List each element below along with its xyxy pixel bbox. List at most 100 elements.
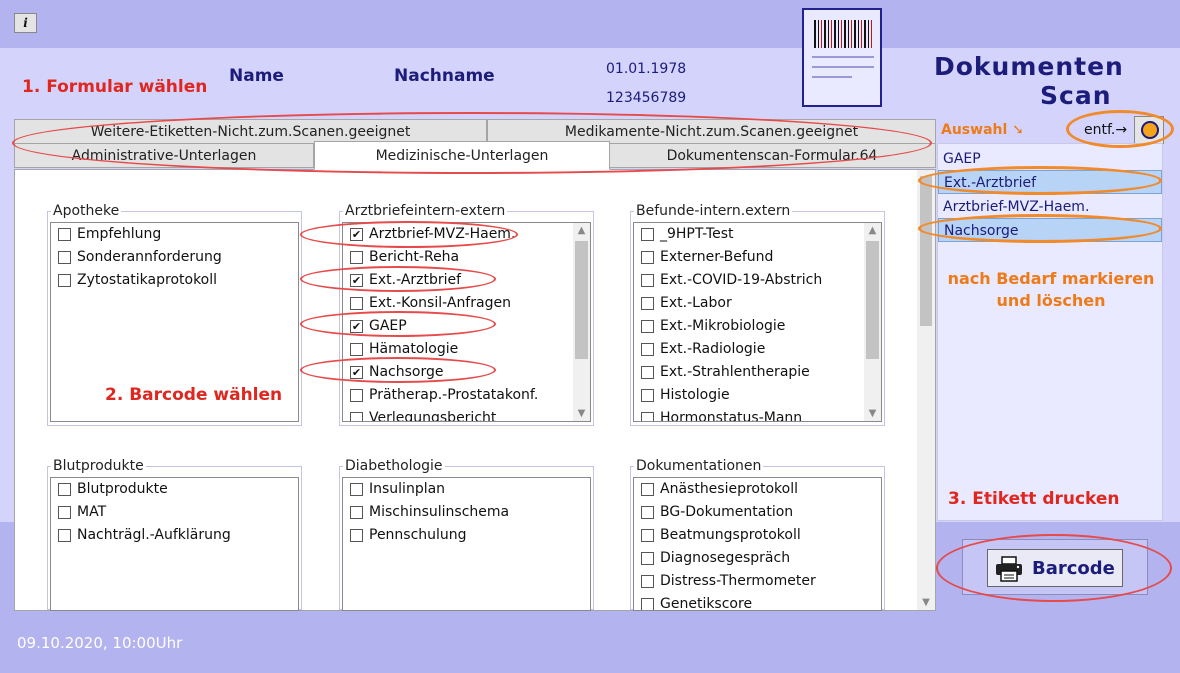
list-item[interactable]: Externer-Befund xyxy=(634,246,881,269)
info-button[interactable]: i xyxy=(14,13,37,33)
checkbox[interactable] xyxy=(350,389,363,402)
list-item[interactable]: MAT xyxy=(51,501,298,524)
list-item[interactable]: Diagnosegespräch xyxy=(634,547,881,570)
scroll-up-icon[interactable]: ▲ xyxy=(864,225,881,236)
list-item[interactable]: Hormonstatus-Mann xyxy=(634,407,881,421)
checkbox[interactable] xyxy=(350,412,363,421)
listbox-scrollbar[interactable]: ▲ ▼ xyxy=(864,223,881,421)
checkbox[interactable] xyxy=(641,529,654,542)
list-item[interactable]: Nachträgl.-Aufklärung xyxy=(51,524,298,547)
listbox-befunde[interactable]: _9HPT-Test Externer-Befund Ext.-COVID-19-A… xyxy=(633,222,882,422)
list-item[interactable]: Empfehlung xyxy=(51,223,298,246)
selection-item[interactable]: GAEP xyxy=(938,147,1162,171)
checkbox[interactable] xyxy=(641,552,654,565)
list-item[interactable]: Ext.-Strahlentherapie xyxy=(634,361,881,384)
list-item[interactable]: Hämatologie xyxy=(343,338,590,361)
tab-medizinische-unterlagen[interactable]: Medizinische-Unterlagen xyxy=(314,141,610,170)
checkbox[interactable] xyxy=(641,297,654,310)
footer-timestamp: 09.10.2020, 10:00Uhr xyxy=(17,634,183,652)
checkbox-checked[interactable]: ✔ xyxy=(350,320,363,333)
checkbox[interactable] xyxy=(58,228,71,241)
checkbox[interactable] xyxy=(58,483,71,496)
listbox-dokumentationen[interactable]: Anästhesieprotokoll BG-Dokumentation Beatm… xyxy=(633,477,882,611)
checkbox[interactable] xyxy=(641,366,654,379)
list-item[interactable]: Ext.-Mikrobiologie xyxy=(634,315,881,338)
checkbox[interactable] xyxy=(350,483,363,496)
checkbox[interactable] xyxy=(58,506,71,519)
list-item[interactable]: Verlegungsbericht xyxy=(343,407,590,421)
list-item-label: Nachträgl.-Aufklärung xyxy=(77,527,231,543)
checkbox[interactable] xyxy=(641,483,654,496)
checkbox[interactable] xyxy=(641,575,654,588)
list-item[interactable]: Genetikscore xyxy=(634,593,881,610)
tab-administrative-unterlagen[interactable]: Administrative-Unterlagen xyxy=(14,143,314,168)
checkbox[interactable] xyxy=(641,274,654,287)
selection-list[interactable]: GAEP Ext.-Arztbrief Arztbrief-MVZ-Haem. … xyxy=(937,143,1163,521)
list-item[interactable]: Histologie xyxy=(634,384,881,407)
list-item[interactable]: Bericht-Reha xyxy=(343,246,590,269)
list-item[interactable]: Blutprodukte xyxy=(51,478,298,501)
auswahl-label: Auswahl ➘ xyxy=(941,122,1024,138)
list-item[interactable]: Prätherap.-Prostatakonf. xyxy=(343,384,590,407)
checkbox-checked[interactable]: ✔ xyxy=(350,366,363,379)
entf-label: entf.→ xyxy=(1084,122,1128,138)
list-item[interactable]: Zytostatikaprotokoll xyxy=(51,269,298,292)
list-item[interactable]: ✔ Ext.-Arztbrief xyxy=(343,269,590,292)
group-dokumentationen: Dokumentationen Anästhesieprotokoll BG-Do… xyxy=(630,458,885,611)
checkbox[interactable] xyxy=(641,251,654,264)
list-item[interactable]: Ext.-Radiologie xyxy=(634,338,881,361)
checkbox[interactable] xyxy=(641,598,654,610)
listbox-scrollbar[interactable]: ▲ ▼ xyxy=(573,223,590,421)
scroll-up-icon[interactable]: ▲ xyxy=(573,225,590,236)
list-item[interactable]: Insulinplan xyxy=(343,478,590,501)
checkbox[interactable] xyxy=(58,251,71,264)
list-item[interactable]: ✔ Nachsorge xyxy=(343,361,590,384)
selection-item[interactable]: Nachsorge xyxy=(938,218,1162,242)
delete-selection-button[interactable] xyxy=(1134,116,1164,144)
scroll-down-icon[interactable]: ▼ xyxy=(864,408,881,419)
checkbox[interactable] xyxy=(350,506,363,519)
checkbox[interactable] xyxy=(350,297,363,310)
listbox-diabethologie[interactable]: Insulinplan Mischinsulinschema Pennschulun… xyxy=(342,477,591,611)
list-item[interactable]: BG-Dokumentation xyxy=(634,501,881,524)
list-item[interactable]: Beatmungsprotokoll xyxy=(634,524,881,547)
tab-dokumentenscan-formular[interactable]: Dokumentenscan-Formular.64 xyxy=(608,143,936,168)
checkbox[interactable] xyxy=(641,389,654,402)
checkbox-checked[interactable]: ✔ xyxy=(350,274,363,287)
checkbox[interactable] xyxy=(58,529,71,542)
list-item[interactable]: Mischinsulinschema xyxy=(343,501,590,524)
list-item[interactable]: ✔ GAEP xyxy=(343,315,590,338)
scrollbar-thumb[interactable] xyxy=(575,241,588,359)
scroll-down-icon[interactable]: ▼ xyxy=(573,408,590,419)
content-scrollbar[interactable]: ▼ xyxy=(917,170,935,610)
checkbox[interactable] xyxy=(641,412,654,421)
list-item[interactable]: ✔ Arztbrief-MVZ-Haem. xyxy=(343,223,590,246)
checkbox[interactable] xyxy=(350,251,363,264)
checkbox[interactable] xyxy=(58,274,71,287)
checkbox-checked[interactable]: ✔ xyxy=(350,228,363,241)
checkbox[interactable] xyxy=(350,529,363,542)
checkbox[interactable] xyxy=(350,343,363,356)
list-item[interactable]: Sonderannforderung xyxy=(51,246,298,269)
checkbox[interactable] xyxy=(641,320,654,333)
listbox-arztbriefe[interactable]: ✔ Arztbrief-MVZ-Haem. Bericht-Reha ✔ Ext.-Ar… xyxy=(342,222,591,422)
list-item[interactable]: Ext.-Konsil-Anfragen xyxy=(343,292,590,315)
barcode-print-button[interactable]: Barcode xyxy=(987,549,1123,587)
selection-item[interactable]: Ext.-Arztbrief xyxy=(938,170,1162,194)
list-item[interactable]: Ext.-Labor xyxy=(634,292,881,315)
listbox-blutprodukte[interactable]: Blutprodukte MAT Nachträgl.-Aufklärung xyxy=(50,477,299,611)
list-item[interactable]: Pennschulung xyxy=(343,524,590,547)
checkbox[interactable] xyxy=(641,506,654,519)
list-item[interactable]: _9HPT-Test xyxy=(634,223,881,246)
list-item[interactable]: Distress-Thermometer xyxy=(634,570,881,593)
checkbox[interactable] xyxy=(641,343,654,356)
scrollbar-thumb[interactable] xyxy=(920,176,932,326)
group-title: Befunde-intern.extern xyxy=(634,203,793,219)
selection-item[interactable]: Arztbrief-MVZ-Haem. xyxy=(938,195,1162,219)
list-item[interactable]: Anästhesieprotokoll xyxy=(634,478,881,501)
scroll-down-icon[interactable]: ▼ xyxy=(917,597,935,608)
checkbox[interactable] xyxy=(641,228,654,241)
list-item[interactable]: Ext.-COVID-19-Abstrich xyxy=(634,269,881,292)
list-item-label: Ext.-Arztbrief xyxy=(369,272,462,288)
scrollbar-thumb[interactable] xyxy=(866,241,879,359)
